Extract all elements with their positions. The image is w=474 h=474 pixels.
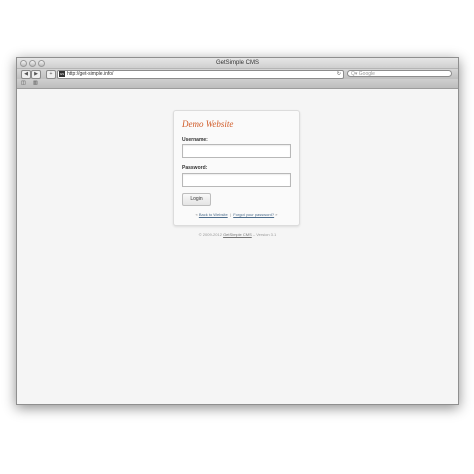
- window-title: GetSimple CMS: [215, 60, 259, 66]
- bookmarks-icon[interactable]: ▥: [33, 80, 38, 86]
- site-title: Demo Website: [182, 119, 234, 129]
- back-button[interactable]: ◀: [21, 70, 31, 79]
- address-url: http://get-simple.info/: [67, 71, 114, 77]
- forward-button[interactable]: ▶: [31, 70, 41, 79]
- browser-toolbar: ◀ ▶ + GS http://get-simple.info/ ↻ Q▾ Goo…: [17, 69, 458, 79]
- back-to-website-link[interactable]: Back to Website: [199, 212, 228, 217]
- add-bookmark-button[interactable]: +: [46, 70, 56, 79]
- site-favicon-icon: GS: [59, 71, 65, 77]
- browser-window: GetSimple CMS ◀ ▶ + GS http://get-simple.…: [16, 57, 459, 405]
- forgot-password-link[interactable]: Forgot your password?: [233, 212, 274, 217]
- title-bar: GetSimple CMS: [17, 58, 458, 69]
- getsimple-cms-link[interactable]: GetSimple CMS: [223, 232, 252, 237]
- page-footer: © 2009-2012 GetSimple CMS – Version 3.1: [17, 232, 458, 237]
- password-field[interactable]: [182, 173, 291, 187]
- reading-list-icon[interactable]: ◫: [21, 80, 26, 86]
- search-placeholder: Google: [358, 71, 375, 77]
- login-panel: Demo Website Username: Password: Login «…: [173, 110, 300, 226]
- username-label: Username:: [182, 137, 208, 143]
- username-field[interactable]: [182, 144, 291, 158]
- page-content: Demo Website Username: Password: Login «…: [17, 89, 458, 404]
- bookmarks-bar: ◫ ▥: [17, 79, 458, 89]
- address-bar[interactable]: GS http://get-simple.info/ ↻: [57, 70, 344, 79]
- password-label: Password:: [182, 165, 208, 171]
- search-field[interactable]: Q▾ Google: [347, 70, 452, 77]
- search-icon: Q▾: [351, 71, 358, 77]
- link-separator-left: «: [195, 212, 198, 217]
- footer-version: – Version 3.1: [252, 232, 277, 237]
- link-separator-middle: |: [229, 212, 231, 217]
- footer-copyright: © 2009-2012: [198, 232, 222, 237]
- reload-icon[interactable]: ↻: [337, 71, 341, 78]
- login-button[interactable]: Login: [182, 193, 211, 206]
- login-links: « Back to Website | Forgot your password…: [174, 212, 299, 217]
- link-separator-right: »: [275, 212, 278, 217]
